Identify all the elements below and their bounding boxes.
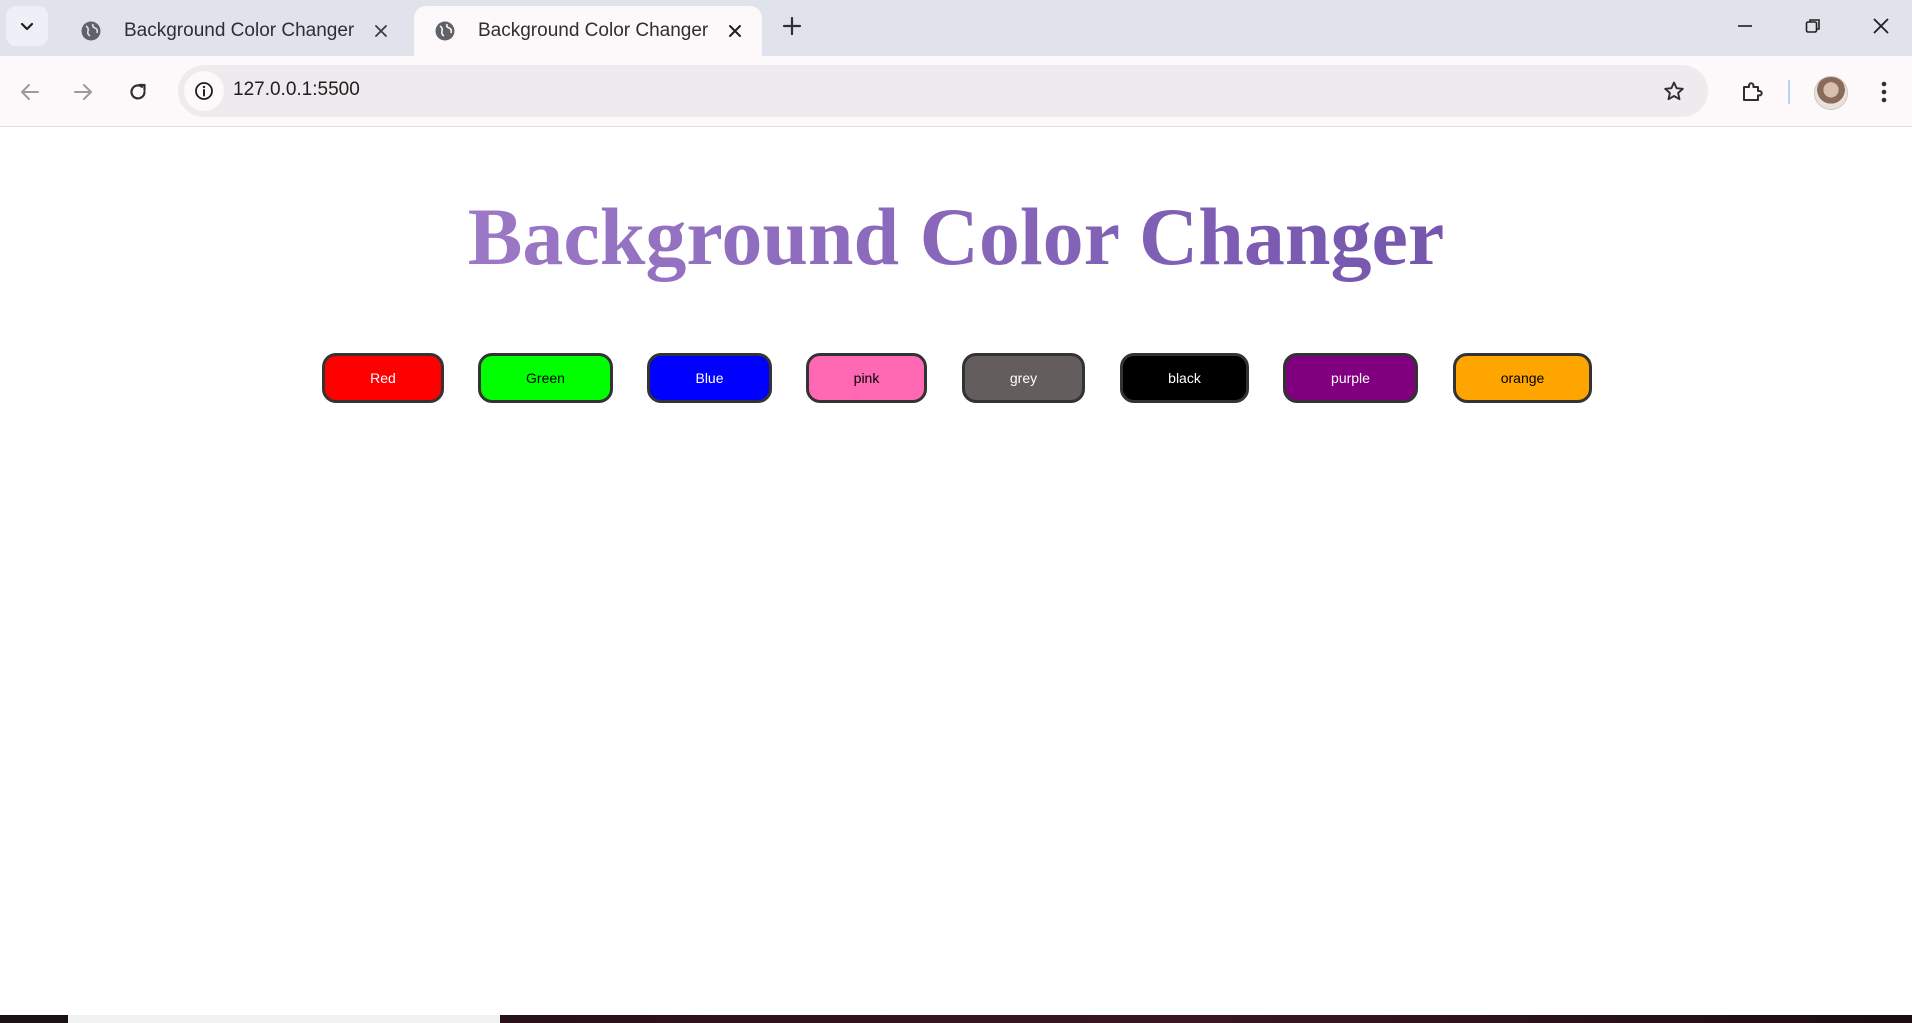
- globe-icon: [434, 20, 456, 42]
- orange-button[interactable]: orange: [1453, 353, 1592, 403]
- kebab-menu-icon: [1881, 81, 1887, 103]
- reload-button[interactable]: [118, 72, 158, 112]
- grey-button[interactable]: grey: [962, 353, 1085, 403]
- green-button[interactable]: Green: [478, 353, 613, 403]
- minimize-icon: [1738, 25, 1752, 27]
- page-title-text: Background Color Changer: [467, 191, 1445, 282]
- tab-title: Background Color Changer: [478, 20, 709, 41]
- black-button[interactable]: black: [1120, 353, 1249, 403]
- taskbar-window-preview: [68, 1015, 500, 1023]
- puzzle-icon: [1743, 82, 1763, 101]
- purple-button[interactable]: purple: [1283, 353, 1418, 403]
- tab-search-button[interactable]: [6, 6, 48, 46]
- close-window-button[interactable]: [1848, 0, 1912, 52]
- extensions-button[interactable]: [1732, 72, 1772, 112]
- chevron-down-icon: [20, 22, 34, 31]
- info-icon: [195, 82, 213, 100]
- globe-icon: [80, 20, 102, 42]
- tab-inactive[interactable]: Background Color Changer: [60, 6, 408, 56]
- profile-avatar[interactable]: [1814, 76, 1848, 110]
- address-bar[interactable]: 127.0.0.1:5500: [178, 65, 1708, 117]
- red-button[interactable]: Red: [322, 353, 444, 403]
- arrow-right-icon: [74, 84, 92, 100]
- toolbar-divider: [1788, 80, 1790, 104]
- browser-menu-button[interactable]: [1864, 72, 1904, 112]
- close-icon[interactable]: [368, 18, 394, 44]
- page-content: Background Color Changer Red Green Blue …: [0, 127, 1912, 1015]
- minimize-button[interactable]: [1712, 0, 1778, 52]
- browser-toolbar: 127.0.0.1:5500: [0, 56, 1912, 127]
- site-info-button[interactable]: [184, 71, 224, 111]
- tab-title: Background Color Changer: [124, 20, 355, 41]
- arrow-left-icon: [21, 84, 39, 100]
- bookmark-button[interactable]: [1658, 75, 1690, 107]
- tab-active[interactable]: Background Color Changer: [414, 6, 762, 56]
- tab-strip: Background Color Changer Background Colo…: [0, 0, 1912, 56]
- close-icon: [1873, 18, 1889, 34]
- star-icon: [1664, 81, 1684, 101]
- page-title: Background Color Changer: [0, 187, 1912, 287]
- restore-button[interactable]: [1780, 0, 1846, 52]
- pink-button[interactable]: pink: [806, 353, 927, 403]
- new-tab-button[interactable]: [776, 10, 808, 42]
- desktop-wallpaper: [500, 1015, 1912, 1023]
- restore-icon: [1805, 19, 1820, 33]
- blue-button[interactable]: Blue: [647, 353, 772, 403]
- plus-icon: [782, 16, 802, 36]
- url-text[interactable]: 127.0.0.1:5500: [233, 79, 360, 101]
- reload-icon: [130, 83, 146, 100]
- desktop-taskbar-strip: [0, 1015, 1912, 1023]
- forward-button[interactable]: [63, 72, 103, 112]
- close-icon[interactable]: [722, 18, 748, 44]
- back-button[interactable]: [10, 72, 50, 112]
